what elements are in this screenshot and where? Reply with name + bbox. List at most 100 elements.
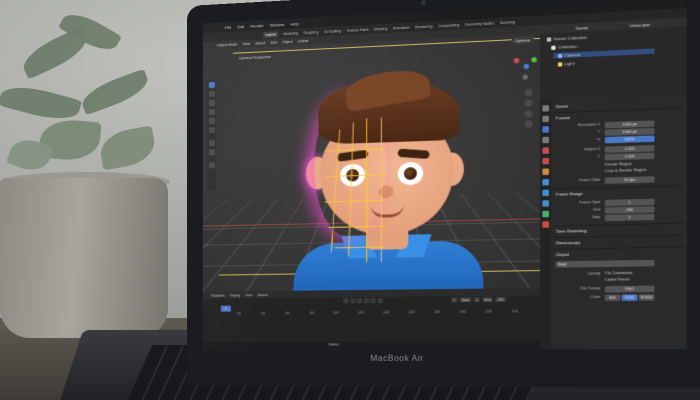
color-rgb-button[interactable]: RGB (621, 294, 638, 301)
tab-shading[interactable]: Shading (374, 26, 388, 31)
data-tab-icon[interactable] (542, 221, 550, 228)
cartoon-character[interactable] (283, 64, 494, 292)
tab-compositing[interactable]: Compositing (438, 23, 459, 28)
cache-result-checkbox[interactable]: Cache Result (605, 277, 629, 282)
jump-start-icon[interactable] (343, 298, 349, 304)
tool-tab-icon[interactable] (542, 105, 550, 112)
properties-tabs (540, 100, 552, 350)
current-frame-field[interactable]: 1 (450, 297, 458, 303)
frame-step-field[interactable]: 1 (604, 213, 655, 222)
frame-start-field[interactable]: 1 (604, 198, 655, 207)
file-extensions-checkbox[interactable]: File Extensions (605, 271, 633, 276)
add-menu[interactable]: Add (270, 41, 277, 45)
gizmo-y-axis-icon[interactable] (531, 57, 537, 63)
physics-tab-icon[interactable] (542, 200, 550, 207)
format-section-header[interactable]: Format (556, 115, 570, 121)
constraints-tab-icon[interactable] (542, 210, 550, 218)
camera-view-icon[interactable] (524, 109, 533, 118)
transform-orientation[interactable]: Global (298, 39, 309, 44)
frame-range-section-header[interactable]: Frame Range (556, 191, 583, 197)
output-path-field[interactable]: /tmp/ (555, 259, 655, 268)
menu-render[interactable]: Render (250, 22, 263, 28)
timeline-editor[interactable]: Playback Keying View Marker 1 Start 1 En… (202, 287, 541, 350)
world-tab-icon[interactable] (542, 157, 550, 165)
pan-hand-icon[interactable] (524, 99, 533, 108)
object-menu[interactable]: Object (282, 40, 293, 45)
render-region-checkbox[interactable]: Render Region (605, 162, 632, 167)
tab-layout[interactable]: Layout (263, 30, 279, 38)
menu-help[interactable]: Help (290, 21, 298, 27)
scale-tool-icon[interactable] (208, 117, 215, 125)
crop-region-checkbox[interactable]: Crop to Render Region (605, 168, 647, 173)
aspect-y-field[interactable]: 1.000 (604, 152, 655, 161)
jump-end-icon[interactable] (377, 298, 383, 304)
tab-uv-editing[interactable]: UV Editing (324, 29, 342, 34)
outliner-row-scene-collection[interactable]: Scene Collection (546, 35, 587, 42)
rotate-tool-icon[interactable] (208, 108, 215, 116)
cursor-tool-icon[interactable] (208, 90, 215, 98)
collection-icon (546, 37, 552, 42)
measure-tool-icon[interactable] (208, 149, 215, 156)
outliner-row-camera[interactable]: Camera (553, 48, 655, 59)
keying-menu[interactable]: Keying (230, 293, 240, 297)
time-stretching-section-header[interactable]: Time Stretching (556, 228, 587, 234)
menu-window[interactable]: Window (270, 21, 284, 27)
scene-selector[interactable]: Scene (576, 25, 589, 31)
3d-viewport[interactable]: Camera Perspective (202, 33, 541, 292)
move-tool-icon[interactable] (208, 99, 215, 107)
play-reverse-icon[interactable] (356, 298, 362, 304)
view-menu[interactable]: View (242, 42, 250, 46)
playback-menu[interactable]: Playback (211, 293, 225, 297)
next-keyframe-icon[interactable] (370, 298, 376, 304)
annotate-tool-icon[interactable] (208, 140, 215, 147)
output-tab-icon[interactable] (542, 126, 550, 133)
color-bw-button[interactable]: BW (604, 294, 621, 302)
outliner-row-collection[interactable]: Collection (551, 44, 577, 51)
object-tab-icon[interactable] (542, 168, 550, 175)
add-cube-tool-icon[interactable] (208, 162, 215, 169)
stereoscopy-section-header[interactable]: Stereoscopy (556, 240, 581, 246)
view-layer-tab-icon[interactable] (542, 136, 550, 144)
navigation-gizmo[interactable] (513, 57, 540, 83)
options-dropdown[interactable]: Options (511, 36, 534, 45)
viewlayer-selector[interactable]: ViewLayer (630, 22, 651, 28)
file-format-dropdown[interactable]: PNG (604, 285, 655, 293)
tab-sculpting[interactable]: Sculpting (303, 30, 318, 35)
frame-end-field[interactable]: 250 (604, 206, 655, 214)
outliner-row-light[interactable]: Light (557, 61, 574, 67)
render-tab-icon[interactable] (542, 115, 550, 123)
select-box-tool-icon[interactable] (208, 81, 215, 89)
gizmo-z-axis-icon[interactable] (523, 63, 530, 70)
gizmo-center-icon[interactable] (522, 74, 529, 80)
prev-keyframe-icon[interactable] (349, 298, 356, 304)
frame-end-label: End (593, 207, 601, 212)
select-menu[interactable]: Select (255, 41, 265, 46)
frame-rate-dropdown[interactable]: 24 fps (604, 176, 655, 184)
scene-tab-icon[interactable] (542, 147, 550, 154)
gizmo-x-axis-icon[interactable] (513, 57, 520, 64)
play-icon[interactable] (363, 298, 369, 304)
outliner-panel[interactable]: Scene ViewLayer Scene Collection Collect… (540, 17, 687, 102)
transform-tool-icon[interactable] (208, 126, 215, 134)
modifier-tab-icon[interactable] (542, 179, 550, 186)
zoom-icon[interactable] (524, 88, 533, 97)
tab-modeling[interactable]: Modeling (283, 31, 298, 36)
particles-tab-icon[interactable] (542, 189, 550, 197)
menu-edit[interactable]: Edit (237, 23, 244, 28)
resolution-percent-field[interactable]: 100% (604, 135, 655, 144)
menu-file[interactable]: File (225, 24, 231, 29)
timeline-view-menu[interactable]: View (245, 293, 252, 297)
tab-animation[interactable]: Animation (393, 25, 410, 30)
marker-menu[interactable]: Marker (258, 293, 269, 297)
mode-selector[interactable]: Object Mode (217, 42, 237, 47)
tab-rendering[interactable]: Rendering (415, 24, 433, 29)
properties-panel[interactable]: Scene Format Resolution X 1920 px Y 1080… (540, 95, 687, 350)
color-rgba-button[interactable]: RGBA (638, 294, 655, 301)
tab-scripting[interactable]: Scripting (500, 20, 515, 25)
tab-geometry-nodes[interactable]: Geometry Nodes (465, 21, 494, 27)
grid-icon[interactable] (524, 120, 533, 129)
end-frame-field[interactable]: 250 (495, 296, 506, 303)
start-frame-field[interactable]: 1 (473, 297, 481, 303)
output-section-header[interactable]: Output (556, 252, 569, 258)
tab-texture-paint[interactable]: Texture Paint (347, 27, 369, 32)
